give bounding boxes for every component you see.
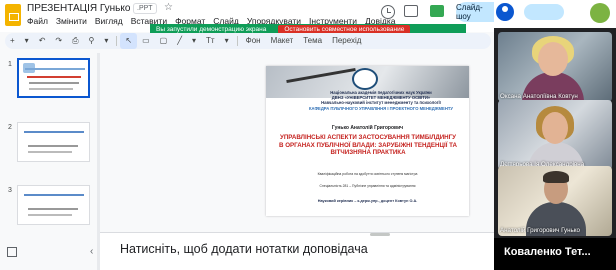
document-title[interactable]: ПРЕЗЕНТАЦІЯ Гунько Г.А. bbox=[27, 3, 150, 14]
line-dropdown[interactable]: ▾ bbox=[187, 33, 201, 49]
thumbnail-line bbox=[28, 151, 72, 153]
thumbnail-line bbox=[29, 88, 73, 90]
speaker-notes[interactable]: Натисніть, щоб додати нотатки доповідача bbox=[100, 232, 494, 270]
filmstrip-footer: ‹ bbox=[0, 240, 100, 270]
university-logo-icon bbox=[352, 68, 378, 90]
institution-block: Національна академія педагогічних наук У… bbox=[306, 90, 456, 111]
screen: ПРЕЗЕНТАЦІЯ Гунько Г.А. .PPT ☆ Файл Змін… bbox=[0, 0, 616, 270]
thumbnail-line bbox=[28, 214, 72, 216]
image-button[interactable]: ▢ bbox=[155, 33, 173, 49]
thumbnail-line bbox=[28, 145, 78, 147]
slideshow-button[interactable]: Слайд-шоу bbox=[456, 2, 494, 22]
institute-name: Навчально-науковий інститут менеджменту … bbox=[321, 100, 441, 106]
slide-number: 2 bbox=[8, 124, 12, 131]
layout-button[interactable]: Макет bbox=[266, 33, 299, 49]
participant-hair bbox=[543, 171, 569, 183]
theme-button[interactable]: Тема bbox=[298, 33, 327, 49]
slide-thumbnail-1[interactable] bbox=[17, 58, 90, 98]
new-slide-button[interactable]: + bbox=[5, 33, 20, 49]
text-format-button[interactable]: Tт bbox=[201, 33, 220, 49]
toolbar: + ▾ ↶ ↷ ⎙ ⚲ ▾ ↖ ▭ ▢ ╱ ▾ Tт ▾ Фон Макет Т… bbox=[5, 33, 491, 49]
line-button[interactable]: ╱ bbox=[172, 33, 187, 49]
new-slide-dropdown[interactable]: ▾ bbox=[20, 33, 34, 49]
thumbnail-line bbox=[25, 68, 85, 70]
slide-filmstrip: 1 2 3 bbox=[0, 53, 100, 270]
speaker-notes-placeholder[interactable]: Натисніть, щоб додати нотатки доповідача bbox=[120, 242, 368, 256]
slides-editor: ПРЕЗЕНТАЦІЯ Гунько Г.А. .PPT ☆ Файл Змін… bbox=[0, 0, 494, 270]
avatar[interactable] bbox=[590, 3, 610, 23]
chevron-left-icon[interactable]: ‹ bbox=[90, 246, 93, 257]
thumbnail-line bbox=[28, 208, 78, 210]
transition-button[interactable]: Перехід bbox=[327, 33, 366, 49]
share-button[interactable] bbox=[524, 4, 564, 20]
print-button[interactable]: ⎙ bbox=[67, 33, 83, 49]
menu-view[interactable]: Вигляд bbox=[95, 16, 123, 26]
presenter-name: Коваленко Тет... bbox=[504, 246, 591, 258]
participant-tile[interactable]: Анатолій Григорович Гунько bbox=[498, 166, 612, 236]
select-tool-button[interactable]: ↖ bbox=[120, 33, 138, 49]
star-icon[interactable]: ☆ bbox=[164, 2, 173, 13]
meet-icon[interactable] bbox=[430, 5, 444, 17]
account-icon[interactable] bbox=[496, 3, 514, 21]
file-type-badge: .PPT bbox=[133, 3, 157, 14]
menu-edit[interactable]: Змінити bbox=[56, 16, 87, 26]
zoom-dropdown[interactable]: ▾ bbox=[99, 33, 113, 49]
comment-icon[interactable] bbox=[404, 5, 418, 17]
thesis-topic: УПРАВЛІНСЬКІ АСПЕКТИ ЗАСТОСУВАННЯ ТИМБІЛ… bbox=[279, 134, 457, 157]
slide-canvas[interactable]: Національна академія педагогічних наук У… bbox=[100, 53, 494, 229]
slides-logo-icon[interactable] bbox=[5, 4, 21, 26]
history-icon[interactable] bbox=[381, 5, 395, 19]
supervisor: Науковий керівник – к.держ.упр., доцент … bbox=[317, 199, 418, 203]
toolbar-divider bbox=[236, 36, 238, 46]
participant-tile[interactable]: Оксана Анатоліївна Ковтун bbox=[498, 32, 612, 102]
zoom-button[interactable]: ⚲ bbox=[84, 33, 100, 49]
thumbnail-line bbox=[29, 82, 79, 84]
work-type: Кваліфікаційна робота на здобуття освітн… bbox=[317, 172, 418, 176]
participant-name: Анатолій Григорович Гунько bbox=[500, 227, 580, 234]
thumbnail-line bbox=[24, 194, 84, 196]
slide-thumbnail-2[interactable] bbox=[17, 122, 90, 162]
slide-thumbnail-3[interactable] bbox=[17, 185, 90, 225]
background-button[interactable]: Фон bbox=[241, 33, 266, 49]
specialty: Спеціальність 281 – Публічне управління … bbox=[319, 184, 416, 188]
participant-name: Оксана Анатоліївна Ковтун bbox=[500, 93, 578, 100]
redo-button[interactable]: ↷ bbox=[50, 33, 67, 49]
thumbnail-line bbox=[24, 131, 84, 133]
author-name: Гунько Анатолій Григорович bbox=[331, 125, 404, 131]
department-name: КАФЕДРА ПУБЛІЧНОГО УПРАВЛІННЯ І ПРОЕКТНО… bbox=[308, 105, 454, 111]
grid-view-icon[interactable] bbox=[7, 247, 17, 257]
current-slide[interactable]: Національна академія педагогічних наук У… bbox=[266, 66, 469, 216]
textbox-button[interactable]: ▭ bbox=[137, 33, 155, 49]
slide-number: 1 bbox=[8, 61, 12, 68]
call-top-bar bbox=[494, 0, 616, 28]
participant-tile[interactable]: Дєгтярьова Ія Олександрівна bbox=[498, 100, 612, 170]
video-call-panel: Оксана Анатоліївна Ковтун Дєгтярьова Ія … bbox=[494, 0, 616, 270]
undo-button[interactable]: ↶ bbox=[34, 33, 51, 49]
thumbnail-line bbox=[27, 76, 81, 78]
screen-share-message: Вы запустили демонстрацию экрана bbox=[156, 25, 267, 33]
participant-face bbox=[542, 112, 568, 144]
slide-number: 3 bbox=[8, 187, 12, 194]
presenter-bar: Коваленко Тет... bbox=[494, 238, 616, 270]
participant-face bbox=[538, 42, 568, 76]
toolbar-divider bbox=[116, 36, 118, 46]
notes-resize-handle[interactable] bbox=[370, 233, 390, 236]
text-format-dropdown[interactable]: ▾ bbox=[220, 33, 234, 49]
menu-file[interactable]: Файл bbox=[27, 16, 48, 26]
